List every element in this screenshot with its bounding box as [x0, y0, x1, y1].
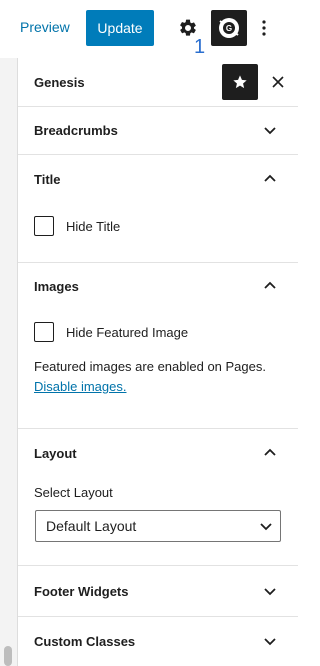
chevron-up-icon	[264, 448, 276, 456]
preview-button[interactable]: Preview	[20, 19, 70, 35]
scrollbar-thumb[interactable]	[4, 646, 12, 666]
layout-select-value: Default Layout	[46, 518, 137, 534]
hide-featured-image-label: Hide Featured Image	[66, 324, 189, 340]
select-layout-label: Select Layout	[34, 485, 113, 500]
more-options-button[interactable]	[256, 16, 272, 40]
sidebar-title: Genesis	[34, 74, 85, 90]
editor-canvas-edge	[0, 58, 18, 666]
hide-title-checkbox[interactable]	[34, 216, 54, 236]
close-icon	[272, 76, 284, 88]
chevron-down-icon	[264, 638, 276, 646]
chevron-down-icon	[260, 523, 272, 531]
panel-layout-toggle[interactable]: Layout	[18, 429, 298, 477]
panel-title-toggle[interactable]: Title	[18, 155, 298, 203]
chevron-up-icon	[264, 174, 276, 182]
layout-select[interactable]: Default Layout	[35, 510, 281, 542]
close-sidebar-button[interactable]	[268, 72, 288, 92]
hide-featured-image-option[interactable]: Hide Featured Image	[34, 321, 188, 343]
hide-title-label: Hide Title	[66, 218, 121, 234]
hide-featured-image-checkbox[interactable]	[34, 322, 54, 342]
pin-sidebar-button[interactable]	[222, 64, 258, 100]
panel-breadcrumbs-title: Breadcrumbs	[34, 122, 118, 138]
hide-title-option[interactable]: Hide Title	[34, 215, 120, 237]
featured-images-help: Featured images are enabled on Pages. Di…	[34, 357, 266, 397]
editor-topbar: Preview Update G	[0, 0, 298, 58]
star-icon	[233, 75, 247, 89]
chevron-down-icon	[264, 588, 276, 596]
panel-images-toggle[interactable]: Images	[18, 262, 298, 310]
genesis-plugin-button[interactable]: G	[211, 10, 247, 46]
panel-footer-widgets-toggle[interactable]: Footer Widgets	[18, 567, 298, 615]
panel-images-title: Images	[34, 278, 79, 294]
update-button[interactable]: Update	[86, 10, 154, 46]
featured-images-status-text: Featured images are enabled on Pages.	[34, 359, 266, 374]
genesis-sidebar: Genesis Breadcrumbs Title Hide Title Ima…	[18, 58, 298, 666]
gear-icon	[180, 19, 196, 36]
vertical-ellipsis-icon	[262, 20, 266, 36]
chevron-up-icon	[264, 281, 276, 289]
panel-custom-classes-title: Custom Classes	[34, 633, 136, 649]
svg-text:G: G	[226, 24, 232, 33]
disable-images-link[interactable]: Disable images.	[34, 379, 127, 394]
genesis-logo-icon: G	[219, 18, 239, 38]
panel-layout-title: Layout	[34, 445, 77, 461]
panel-breadcrumbs-toggle[interactable]: Breadcrumbs	[18, 106, 298, 154]
chevron-down-icon	[264, 127, 276, 135]
annotation-1: 1	[194, 36, 206, 58]
panel-title-title: Title	[34, 171, 61, 187]
panel-footer-widgets-title: Footer Widgets	[34, 583, 129, 599]
panel-layout: Layout Select Layout Default Layout	[18, 428, 298, 566]
panel-custom-classes-toggle[interactable]: Custom Classes	[18, 617, 298, 665]
